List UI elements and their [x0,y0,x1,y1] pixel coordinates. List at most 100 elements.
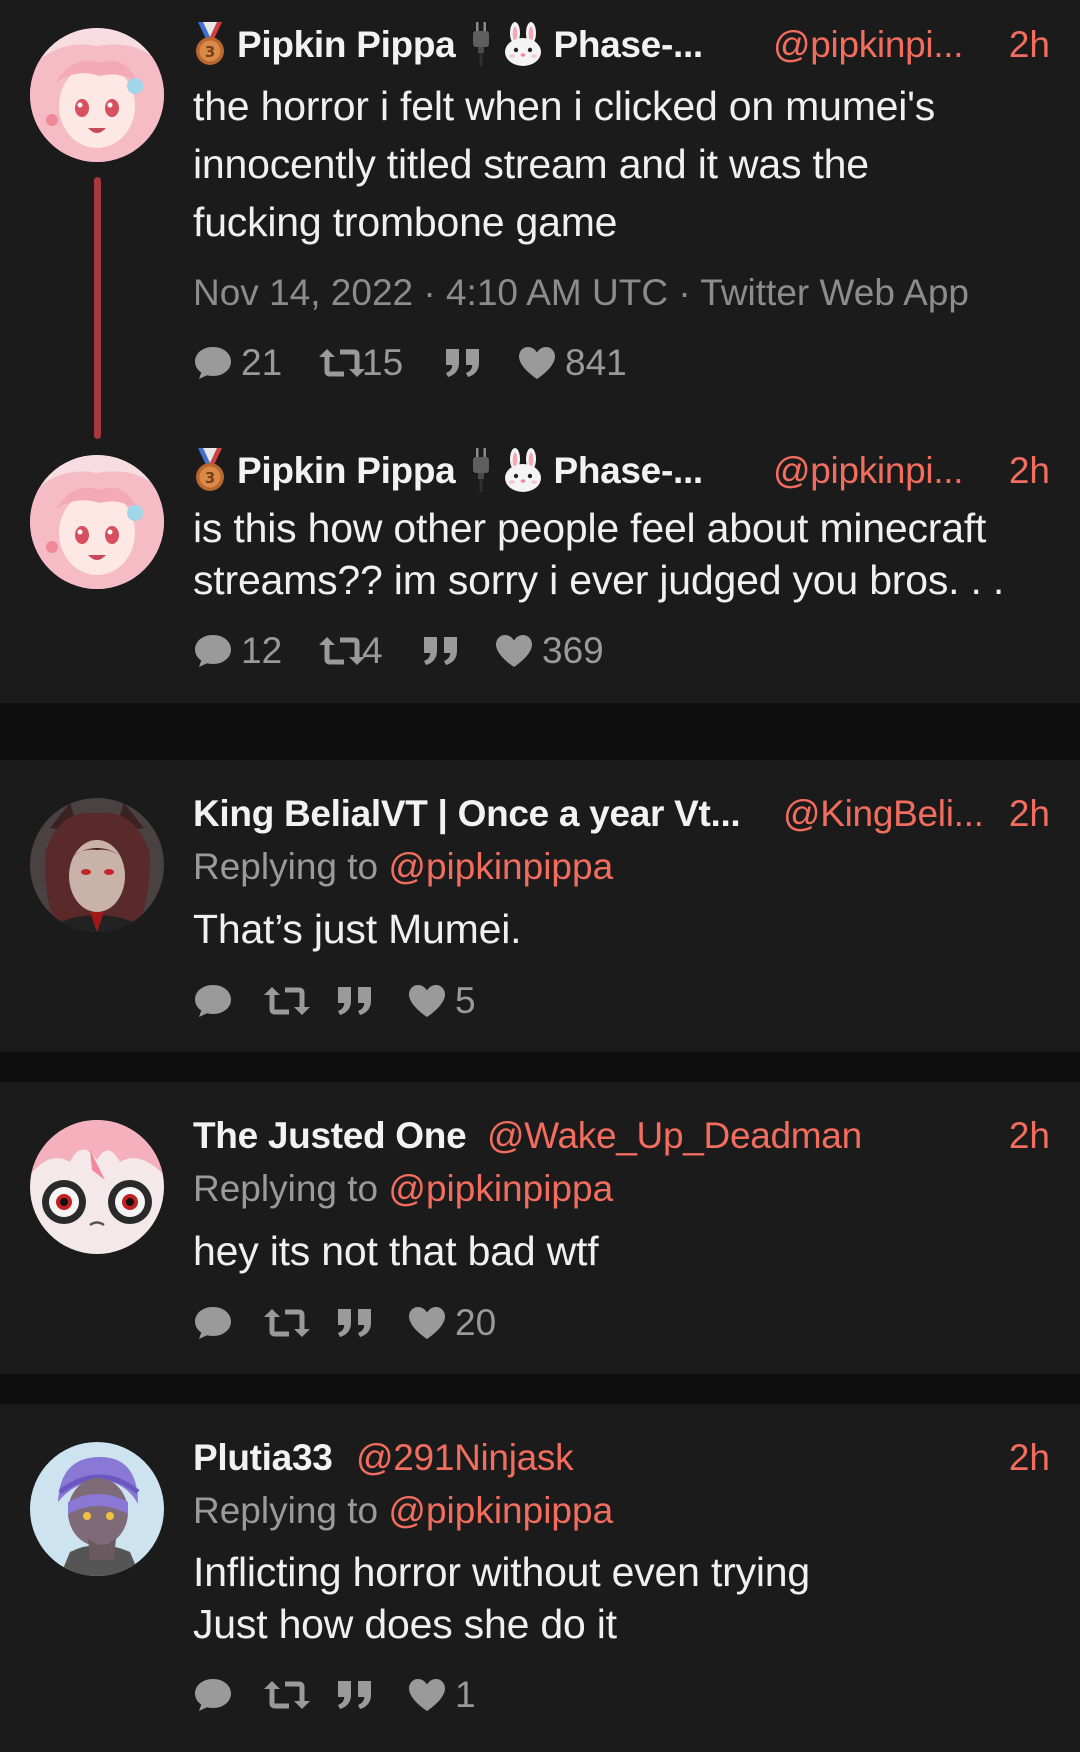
quote-icon [335,1305,375,1341]
tweet-text-line: innocently titled stream and it was the [193,141,869,187]
plug-icon [471,21,491,67]
bunny-icon [501,447,545,493]
tweet-stats: 20 [193,1298,593,1348]
user-handle[interactable]: @Wake_Up_Deadman [487,1111,862,1161]
tweet[interactable]: Pipkin Pippa Phase-... @pipkinpi... 2h is… [0,440,1080,703]
quote-icon [443,345,483,381]
tweet-text-line: Inflicting horror without even trying [193,1549,811,1595]
tweet-meta[interactable]: Nov 14, 2022 · 4:10 AM UTC · Twitter Web… [193,268,969,318]
thread-card: Pipkin Pippa Phase-... @pipkinpi... 2h th… [0,0,1080,703]
reply-icon [193,633,233,669]
user-handle[interactable]: @KingBeli... [783,789,984,839]
like-count: 5 [455,980,476,1021]
reply-count: 12 [241,630,283,671]
user-handle[interactable]: @pipkinpi... [773,446,964,496]
reply-card: King BelialVT | Once a year Vt... @KingB… [0,760,1080,1052]
retweet-count: 4 [362,630,383,671]
replying-to: Replying to @pipkinpippa [193,842,613,892]
tweet-time[interactable]: 2h [1009,1433,1050,1483]
replying-to-label: Replying to [193,846,379,887]
retweet-icon [318,345,366,381]
bunny-icon [501,21,545,67]
tweet-text: hey its not that bad wtf [193,1222,1053,1280]
tweet[interactable]: Plutia33 @291Ninjask 2h Replying to @pip… [0,1404,1080,1752]
tweet[interactable]: King BelialVT | Once a year Vt... @KingB… [0,760,1080,1052]
retweet-count: 15 [362,342,404,383]
reply-card: Plutia33 @291Ninjask 2h Replying to @pip… [0,1404,1080,1752]
heart-icon [517,345,557,381]
retweet-icon [318,633,366,669]
avatar[interactable] [30,1442,164,1576]
tweet-stats: 21 15 841 [193,338,693,388]
tweet-time[interactable]: 2h [1009,1111,1050,1161]
tweet[interactable]: Pipkin Pippa Phase-... @pipkinpi... 2h th… [0,0,1080,440]
retweet-icon [263,1677,311,1713]
tweet-time[interactable]: 2h [1009,20,1050,70]
like-count: 841 [565,342,627,383]
like-count: 20 [455,1302,497,1343]
tweet-stats: 12 4 369 [193,626,693,676]
display-name[interactable]: Pipkin Pippa Phase-... [193,20,703,70]
tweet-text: is this how other people feel about mine… [193,502,1053,606]
tweet-text-line: fucking trombone game [193,199,618,245]
heart-icon [407,1677,447,1713]
user-handle[interactable]: @pipkinpi... [773,20,964,70]
tweet-text-line: streams?? im sorry i ever judged you bro… [193,557,1005,603]
reply-card: The Justed One @Wake_Up_Deadman 2h Reply… [0,1082,1080,1374]
heart-icon [407,1305,447,1341]
avatar[interactable] [30,28,164,162]
tweet-stats: 5 [193,976,593,1026]
like-count: 1 [455,1674,476,1715]
reply-count: 21 [241,342,283,383]
replying-to-label: Replying to [193,1490,379,1531]
tweet-header: Pipkin Pippa Phase-... @pipkinpi... 2h [193,20,1050,70]
retweet-icon [263,1305,311,1341]
reply-icon [193,1677,233,1713]
quote-icon [335,983,375,1019]
tweet-header: The Justed One @Wake_Up_Deadman 2h [193,1111,1050,1161]
replying-to-mention[interactable]: @pipkinpippa [388,1490,613,1531]
display-name[interactable]: Plutia33 [193,1433,333,1483]
heart-icon [494,633,534,669]
tweet-header: Pipkin Pippa Phase-... @pipkinpi... 2h [193,446,1050,496]
replying-to-mention[interactable]: @pipkinpippa [388,1168,613,1209]
medal-icon [193,447,227,493]
tweet-text-line: hey its not that bad wtf [193,1228,599,1274]
display-name[interactable]: King BelialVT | Once a year Vt... [193,789,741,839]
tweet-text-line: is this how other people feel about mine… [193,505,987,551]
plug-icon [471,447,491,493]
replying-to-label: Replying to [193,1168,379,1209]
tweet-text: the horror i felt when i clicked on mume… [193,77,1053,251]
tweet[interactable]: The Justed One @Wake_Up_Deadman 2h Reply… [0,1082,1080,1374]
reply-icon [193,1305,233,1341]
heart-icon [407,983,447,1019]
display-name-suffix: Phase-... [553,24,703,65]
tweet-time[interactable]: 2h [1009,446,1050,496]
avatar[interactable] [30,455,164,589]
quote-icon [421,633,461,669]
like-count: 369 [542,630,604,671]
tweet-text-line: the horror i felt when i clicked on mume… [193,83,936,129]
replying-to: Replying to @pipkinpippa [193,1164,613,1214]
display-name-text: Pipkin Pippa [237,24,456,65]
avatar[interactable] [30,1120,164,1254]
reply-icon [193,983,233,1019]
retweet-icon [263,983,311,1019]
user-handle[interactable]: @291Ninjask [356,1433,574,1483]
tweet-text: That’s just Mumei. [193,900,1053,958]
tweet-text: Inflicting horror without even trying Ju… [193,1546,1053,1650]
replying-to: Replying to @pipkinpippa [193,1486,613,1536]
display-name-suffix: Phase-... [553,450,703,491]
display-name-text: Pipkin Pippa [237,450,456,491]
tweet-header: Plutia33 @291Ninjask 2h [193,1433,1050,1483]
replying-to-mention[interactable]: @pipkinpippa [388,846,613,887]
tweet-stats: 1 [193,1670,593,1720]
quote-icon [335,1677,375,1713]
tweet-text-line: Just how does she do it [193,1601,617,1647]
tweet-header: King BelialVT | Once a year Vt... @KingB… [193,789,1050,839]
display-name[interactable]: The Justed One [193,1111,467,1161]
reply-icon [193,345,233,381]
display-name[interactable]: Pipkin Pippa Phase-... [193,446,703,496]
tweet-time[interactable]: 2h [1009,789,1050,839]
avatar[interactable] [30,798,164,932]
